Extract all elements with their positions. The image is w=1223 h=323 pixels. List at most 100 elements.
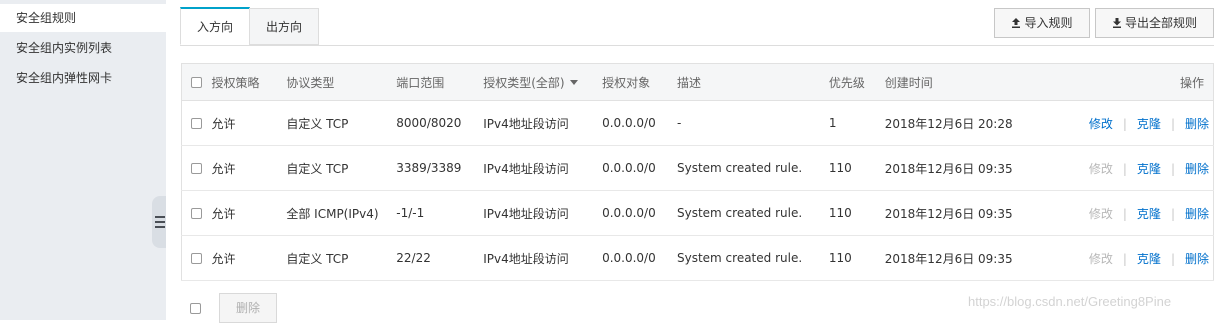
cell-protocol: 全部 ICMP(IPv4) (280, 190, 397, 236)
footer-select-all-checkbox[interactable] (190, 303, 201, 314)
cell-priority: 1 (828, 100, 885, 146)
table-header-row: 授权策略 协议类型 端口范围 授权类型(全部) 授权对象 描述 优先级 创建时间… (181, 63, 1214, 101)
action-separator: | (1122, 161, 1127, 176)
table-row: 允许 自定义 TCP 22/22 IPv4地址段访问 0.0.0.0/0 System c… (181, 235, 1214, 281)
export-all-rules-button[interactable]: 导出全部规则 (1095, 8, 1214, 38)
cell-created: 2018年12月6日 09:35 (884, 145, 1055, 191)
row-checkbox[interactable] (191, 253, 202, 264)
sidebar-collapse-handle[interactable] (152, 196, 166, 248)
cell-desc: System created rule. (676, 190, 829, 236)
cell-policy: 允许 (211, 100, 281, 146)
cell-protocol: 自定义 TCP (280, 100, 397, 146)
clone-link[interactable]: 克隆 (1137, 117, 1161, 131)
sidebar: 安全组规则 安全组内实例列表 安全组内弹性网卡 (0, 0, 166, 320)
header-created: 创建时间 (884, 63, 1055, 101)
cell-auth-type: IPv4地址段访问 (483, 190, 603, 236)
header-actions: 操作 (1054, 63, 1214, 101)
row-select-cell (181, 190, 212, 236)
header-policy: 授权策略 (211, 63, 281, 101)
action-separator: | (1170, 116, 1175, 131)
table-row: 允许 自定义 TCP 8000/8020 IPv4地址段访问 0.0.0.0/0-1 20… (181, 100, 1214, 146)
cell-actions: 修改 | 克隆 | 删除 (1054, 145, 1214, 191)
cell-created: 2018年12月6日 20:28 (884, 100, 1055, 146)
cell-priority: 110 (828, 145, 885, 191)
cell-created: 2018年12月6日 09:35 (884, 235, 1055, 281)
action-separator: | (1170, 251, 1175, 266)
download-icon (1112, 18, 1121, 28)
action-separator: | (1122, 251, 1127, 266)
table-row: 允许 自定义 TCP 3389/3389 IPv4地址段访问 0.0.0.0/0 Syst… (181, 145, 1214, 191)
header-priority: 优先级 (828, 63, 885, 101)
delete-link[interactable]: 删除 (1185, 252, 1209, 266)
cell-priority: 110 (828, 190, 885, 236)
cell-actions: 修改 | 克隆 | 删除 (1054, 235, 1214, 281)
cell-port: 22/22 (396, 235, 484, 281)
header-protocol: 协议类型 (280, 63, 397, 101)
cell-port: 8000/8020 (396, 100, 484, 146)
cell-target: 0.0.0.0/0 (602, 145, 677, 191)
header-target: 授权对象 (602, 63, 677, 101)
header-auth-type[interactable]: 授权类型(全部) (483, 63, 603, 101)
menu-icon (155, 216, 165, 228)
action-separator: | (1122, 206, 1127, 221)
edit-link[interactable]: 修改 (1089, 162, 1113, 176)
cell-target: 0.0.0.0/0 (602, 100, 677, 146)
tab-inbound[interactable]: 入方向 (180, 7, 250, 45)
cell-protocol: 自定义 TCP (280, 235, 397, 281)
cell-actions: 修改 | 克隆 | 删除 (1054, 100, 1214, 146)
edit-link[interactable]: 修改 (1089, 252, 1113, 266)
cell-protocol: 自定义 TCP (280, 145, 397, 191)
cell-policy: 允许 (211, 235, 281, 281)
edit-link[interactable]: 修改 (1089, 117, 1113, 131)
footer-select-all-cell (190, 301, 201, 315)
caret-down-icon (569, 79, 578, 85)
action-separator: | (1170, 161, 1175, 176)
row-checkbox[interactable] (191, 163, 202, 174)
upload-icon (1012, 18, 1021, 28)
tab-outbound[interactable]: 出方向 (249, 8, 319, 45)
cell-target: 0.0.0.0/0 (602, 235, 677, 281)
table-row: 允许 全部 ICMP(IPv4) -1/-1 IPv4地址段访问 0.0.0.0/0 Sy… (181, 190, 1214, 236)
sidebar-item-elastic-nic[interactable]: 安全组内弹性网卡 (0, 64, 166, 92)
clone-link[interactable]: 克隆 (1137, 162, 1161, 176)
cell-auth-type: IPv4地址段访问 (483, 100, 603, 146)
export-all-rules-label: 导出全部规则 (1124, 16, 1197, 30)
action-separator: | (1170, 206, 1175, 221)
security-group-rules-table: 授权策略 协议类型 端口范围 授权类型(全部) 授权对象 描述 优先级 创建时间… (181, 63, 1214, 281)
cell-actions: 修改 | 克隆 | 删除 (1054, 190, 1214, 236)
row-select-cell (181, 100, 212, 146)
bulk-delete-button[interactable]: 删除 (219, 293, 277, 323)
clone-link[interactable]: 克隆 (1137, 207, 1161, 221)
sidebar-item-security-group-rules[interactable]: 安全组规则 (0, 4, 166, 32)
row-checkbox[interactable] (191, 118, 202, 129)
delete-link[interactable]: 删除 (1185, 162, 1209, 176)
row-select-cell (181, 145, 212, 191)
action-separator: | (1122, 116, 1127, 131)
cell-created: 2018年12月6日 09:35 (884, 190, 1055, 236)
tab-divider (180, 45, 1214, 46)
import-rules-label: 导入规则 (1024, 16, 1073, 30)
header-desc: 描述 (676, 63, 829, 101)
cell-target: 0.0.0.0/0 (602, 190, 677, 236)
row-select-cell (181, 235, 212, 281)
delete-link[interactable]: 删除 (1185, 207, 1209, 221)
select-all-checkbox[interactable] (191, 77, 202, 88)
cell-desc: System created rule. (676, 145, 829, 191)
row-checkbox[interactable] (191, 208, 202, 219)
cell-auth-type: IPv4地址段访问 (483, 235, 603, 281)
cell-port: -1/-1 (396, 190, 484, 236)
cell-policy: 允许 (211, 190, 281, 236)
cell-auth-type: IPv4地址段访问 (483, 145, 603, 191)
header-auth-type-label: 授权类型(全部) (483, 75, 565, 90)
edit-link[interactable]: 修改 (1089, 207, 1113, 221)
cell-policy: 允许 (211, 145, 281, 191)
sidebar-item-instance-list[interactable]: 安全组内实例列表 (0, 34, 166, 62)
import-rules-button[interactable]: 导入规则 (994, 8, 1090, 38)
header-port: 端口范围 (396, 63, 484, 101)
cell-priority: 110 (828, 235, 885, 281)
delete-link[interactable]: 删除 (1185, 117, 1209, 131)
clone-link[interactable]: 克隆 (1137, 252, 1161, 266)
select-all-cell (181, 63, 212, 101)
cell-desc: - (676, 100, 829, 146)
cell-desc: System created rule. (676, 235, 829, 281)
